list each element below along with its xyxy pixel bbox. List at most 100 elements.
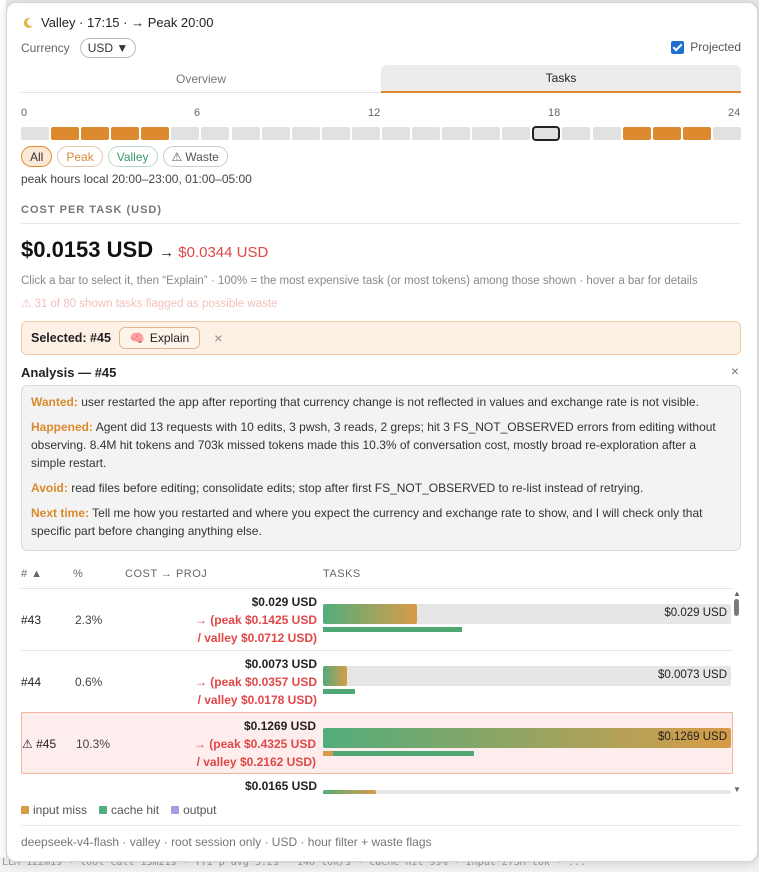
tab-overview[interactable]: Overview — [21, 65, 381, 93]
task-number: #43 — [21, 613, 42, 627]
task-percent: 0.6% — [75, 675, 103, 689]
table-scrollbar[interactable]: ▲ ▼ — [733, 589, 741, 794]
task-bar-fill — [323, 604, 417, 624]
analysis-wanted: Wanted: user restarted the app after rep… — [31, 395, 699, 409]
footer-summary: deepseek-v4-flash · valley · root sessio… — [21, 835, 432, 849]
hour-bar[interactable] — [652, 127, 681, 140]
hour-bar-current[interactable] — [532, 126, 561, 141]
table-row[interactable]: #44 0.6% $0.0073 USD → (peak $0.0357 USD… — [21, 651, 733, 713]
hour-bar[interactable] — [502, 127, 531, 140]
hour-tick: 12 — [368, 107, 381, 119]
cost-summary: $0.0153 USD → $0.0344 USD — [21, 237, 268, 263]
analysis-title: Analysis — #45 — [21, 365, 117, 380]
close-analysis-icon[interactable]: × — [731, 363, 739, 379]
peak-hours-text: peak hours local 20:00–23:00, 01:00–05:0… — [21, 172, 252, 186]
filter-all[interactable]: All — [21, 146, 53, 167]
col-number-sort[interactable]: # ▲ — [21, 568, 43, 580]
selected-task-bar: Selected: #45 🧠 Explain × — [21, 321, 741, 355]
legend: input miss cache hit output — [21, 803, 216, 817]
explain-button[interactable]: 🧠 Explain — [118, 327, 201, 349]
selected-task-label: Selected: #45 — [31, 331, 111, 345]
period-title: Valley · 17:15 · → Peak 20:00 — [41, 15, 214, 30]
hour-bar[interactable] — [291, 127, 320, 140]
task-percent: 2.3% — [75, 613, 103, 627]
hour-bar[interactable] — [171, 127, 200, 140]
hour-bar[interactable] — [111, 127, 140, 140]
analysis-panel: Wanted: user restarted the app after rep… — [21, 385, 741, 551]
section-title: COST PER TASK (USD) — [21, 204, 163, 216]
analysis-happened: Happened: Agent did 13 requests with 10 … — [31, 420, 716, 470]
hour-tick: 6 — [194, 107, 201, 119]
task-number: #44 — [21, 675, 42, 689]
task-bar-fill — [323, 790, 377, 794]
scroll-thumb[interactable] — [734, 599, 739, 616]
cost-per-task-value: $0.0153 USD — [21, 237, 154, 262]
tab-bar: Overview Tasks — [21, 65, 741, 93]
legend-swatch — [171, 806, 180, 814]
hour-bar[interactable] — [622, 127, 651, 140]
hour-bar[interactable] — [412, 127, 441, 140]
filter-valley[interactable]: Valley — [107, 146, 158, 167]
task-bar-label: $0.029 USD — [664, 607, 727, 619]
task-cost: $0.0165 USD — [244, 779, 317, 793]
task-percent: 10.3% — [76, 737, 111, 751]
scroll-up-icon[interactable]: ▲ — [733, 589, 741, 598]
projected-toggle[interactable]: Projected — [671, 40, 741, 54]
hour-bar[interactable] — [682, 127, 711, 140]
analysis-avoid: Avoid: read files before editing; consol… — [31, 481, 644, 495]
hour-bar[interactable] — [261, 127, 290, 140]
hour-bar[interactable] — [472, 127, 501, 140]
footer-divider — [21, 825, 741, 826]
table-row-selected[interactable]: ⚠ #45 10.3% $0.1269 USD → (peak $0.4325 … — [21, 712, 733, 774]
legend-input-miss: input miss — [21, 803, 87, 817]
filter-peak[interactable]: Peak — [57, 146, 103, 167]
scroll-down-icon[interactable]: ▼ — [733, 785, 741, 794]
clear-selection-icon[interactable]: × — [214, 330, 222, 346]
task-bar-label: $0.0073 USD — [657, 669, 727, 681]
hour-bar[interactable] — [381, 127, 410, 140]
cost-popup: Valley · 17:15 · → Peak 20:00 Currency U… — [6, 2, 758, 862]
currency-label: Currency — [21, 41, 70, 55]
task-bar[interactable]: $0.029 USD — [323, 604, 731, 624]
hour-bar[interactable] — [231, 127, 260, 140]
hour-tick: 24 — [728, 107, 741, 119]
table-row[interactable]: #43 2.3% $0.029 USD → (peak $0.1425 USD … — [21, 589, 733, 651]
hour-bar[interactable] — [51, 127, 80, 140]
col-tasks: TASKS — [323, 568, 361, 580]
task-bar[interactable] — [323, 790, 731, 794]
section-divider — [21, 223, 741, 224]
hour-bar[interactable] — [141, 127, 170, 140]
cache-hit-bar — [333, 751, 474, 756]
table-row[interactable]: $0.0165 USD — [21, 775, 733, 794]
task-cost: $0.0073 USD → (peak $0.0357 USD / valley… — [194, 657, 317, 707]
cache-hit-bar — [323, 627, 462, 632]
hour-bar[interactable] — [321, 127, 350, 140]
hour-bar[interactable] — [442, 127, 471, 140]
currency-row: Currency USD ▼ — [21, 38, 137, 58]
task-table-header: # ▲ % COST → PROJ TASKS — [21, 568, 741, 584]
task-bar[interactable]: $0.0073 USD — [323, 666, 731, 686]
tab-tasks[interactable]: Tasks — [381, 65, 741, 93]
task-bar[interactable]: $0.1269 USD — [323, 728, 731, 748]
projected-label: Projected — [690, 40, 741, 54]
task-bar-fill — [323, 666, 347, 686]
hour-bar[interactable] — [592, 127, 621, 140]
cost-projection: → $0.0344 USD — [159, 244, 269, 261]
hour-bar[interactable] — [562, 127, 591, 140]
hour-bar[interactable] — [351, 127, 380, 140]
cache-hit-bar — [323, 689, 355, 694]
col-cost[interactable]: COST → PROJ — [125, 568, 207, 580]
hour-bar-strip — [21, 126, 743, 142]
hour-bar[interactable] — [712, 127, 741, 140]
hour-bar[interactable] — [81, 127, 110, 140]
hour-bar[interactable] — [201, 127, 230, 140]
warning-icon: ⚠ — [171, 149, 183, 164]
col-percent[interactable]: % — [73, 568, 83, 580]
task-cost: $0.1269 USD → (peak $0.4325 USD / valley… — [193, 719, 316, 769]
currency-select[interactable]: USD ▼ — [79, 38, 137, 58]
analysis-next: Next time: Tell me how you restarted and… — [31, 506, 703, 538]
filter-waste[interactable]: ⚠ Waste — [162, 146, 228, 167]
hour-bar[interactable] — [21, 127, 49, 140]
task-cost: $0.029 USD → (peak $0.1425 USD / valley … — [194, 595, 317, 645]
projected-checkbox[interactable] — [671, 40, 685, 54]
